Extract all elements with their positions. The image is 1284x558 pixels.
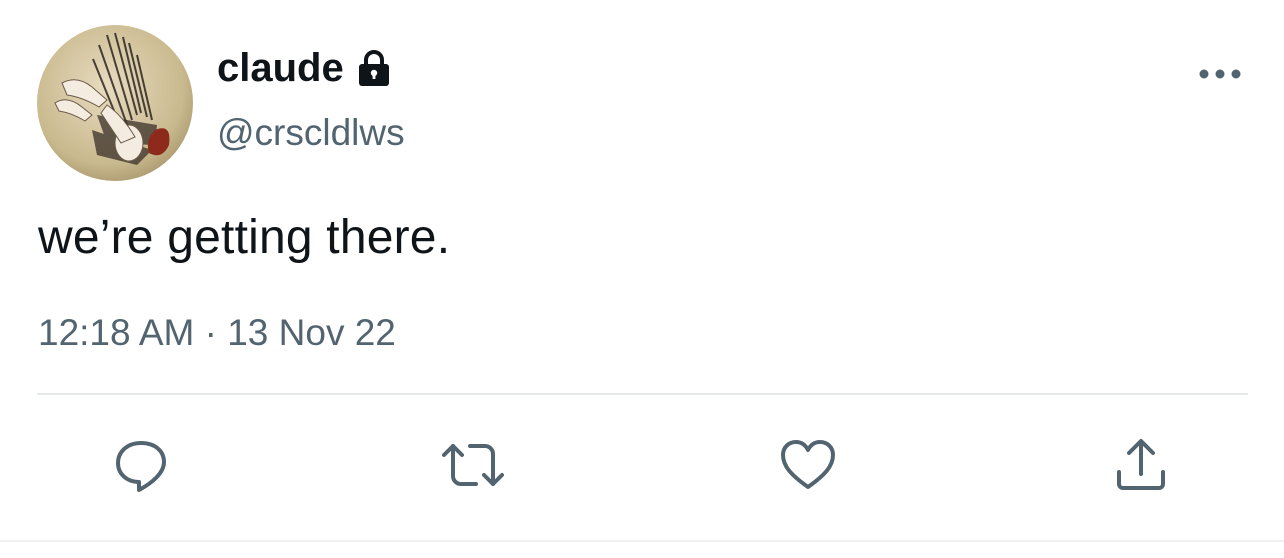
divider [37,393,1248,395]
author-name-row: claude [217,40,394,96]
avatar-illustration [37,25,193,181]
like-button[interactable] [773,430,843,500]
tweet-text: we’re getting there. [38,211,451,264]
tweet-card: claude @crscldlws we’re getting there. 1… [0,0,1284,558]
retweet-button[interactable] [438,430,508,500]
heart-icon [781,440,835,489]
avatar[interactable] [37,25,193,181]
tweet-timestamp[interactable]: 12:18 AM · 13 Nov 22 [38,306,396,360]
lock-icon [354,48,394,88]
display-name[interactable]: claude [217,40,344,96]
reply-button[interactable] [106,430,176,500]
reply-icon [116,441,166,492]
more-horizontal-icon[interactable] [1196,56,1244,92]
retweet-icon [442,444,504,486]
bottom-divider [0,540,1284,542]
share-button[interactable] [1106,430,1176,500]
share-icon [1117,439,1165,490]
author-handle[interactable]: @crscldlws [217,107,405,159]
